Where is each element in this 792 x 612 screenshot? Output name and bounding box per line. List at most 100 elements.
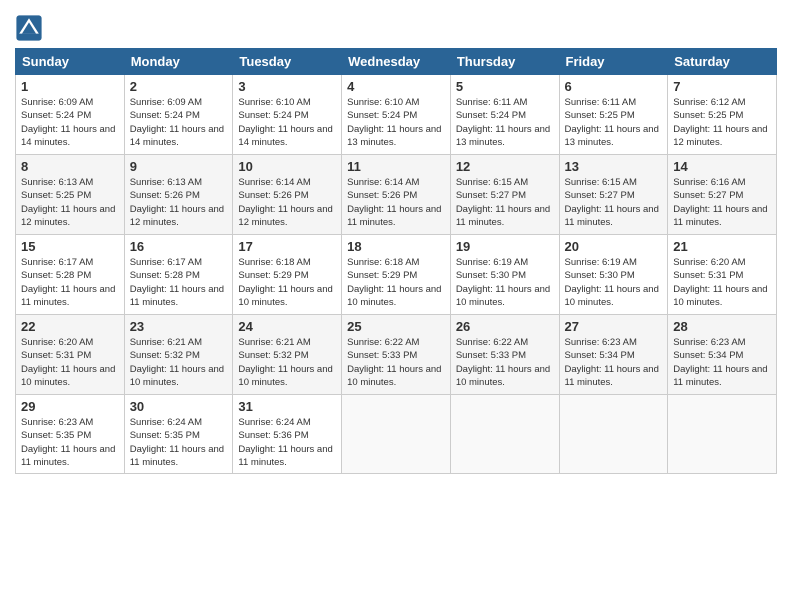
day-number: 21 — [673, 239, 771, 254]
day-info: Sunrise: 6:19 AM Sunset: 5:30 PM Dayligh… — [565, 256, 663, 309]
day-number: 2 — [130, 79, 228, 94]
day-info: Sunrise: 6:17 AM Sunset: 5:28 PM Dayligh… — [130, 256, 228, 309]
day-number: 28 — [673, 319, 771, 334]
day-number: 8 — [21, 159, 119, 174]
col-header-saturday: Saturday — [668, 49, 777, 75]
day-number: 25 — [347, 319, 445, 334]
day-number: 16 — [130, 239, 228, 254]
day-number: 26 — [456, 319, 554, 334]
day-number: 27 — [565, 319, 663, 334]
day-number: 11 — [347, 159, 445, 174]
day-info: Sunrise: 6:13 AM Sunset: 5:25 PM Dayligh… — [21, 176, 119, 229]
calendar-cell: 28 Sunrise: 6:23 AM Sunset: 5:34 PM Dayl… — [668, 315, 777, 395]
day-number: 20 — [565, 239, 663, 254]
day-number: 1 — [21, 79, 119, 94]
day-number: 18 — [347, 239, 445, 254]
day-info: Sunrise: 6:24 AM Sunset: 5:35 PM Dayligh… — [130, 416, 228, 469]
col-header-thursday: Thursday — [450, 49, 559, 75]
day-number: 6 — [565, 79, 663, 94]
day-number: 19 — [456, 239, 554, 254]
day-number: 24 — [238, 319, 336, 334]
calendar-cell: 29 Sunrise: 6:23 AM Sunset: 5:35 PM Dayl… — [16, 395, 125, 474]
calendar-cell: 15 Sunrise: 6:17 AM Sunset: 5:28 PM Dayl… — [16, 235, 125, 315]
day-number: 13 — [565, 159, 663, 174]
calendar-cell: 21 Sunrise: 6:20 AM Sunset: 5:31 PM Dayl… — [668, 235, 777, 315]
calendar-cell: 8 Sunrise: 6:13 AM Sunset: 5:25 PM Dayli… — [16, 155, 125, 235]
day-info: Sunrise: 6:17 AM Sunset: 5:28 PM Dayligh… — [21, 256, 119, 309]
calendar-cell: 27 Sunrise: 6:23 AM Sunset: 5:34 PM Dayl… — [559, 315, 668, 395]
calendar-cell: 16 Sunrise: 6:17 AM Sunset: 5:28 PM Dayl… — [124, 235, 233, 315]
calendar-cell: 4 Sunrise: 6:10 AM Sunset: 5:24 PM Dayli… — [342, 75, 451, 155]
day-info: Sunrise: 6:11 AM Sunset: 5:25 PM Dayligh… — [565, 96, 663, 149]
calendar-cell — [342, 395, 451, 474]
calendar-cell — [668, 395, 777, 474]
col-header-wednesday: Wednesday — [342, 49, 451, 75]
calendar-cell: 10 Sunrise: 6:14 AM Sunset: 5:26 PM Dayl… — [233, 155, 342, 235]
day-info: Sunrise: 6:20 AM Sunset: 5:31 PM Dayligh… — [673, 256, 771, 309]
day-number: 17 — [238, 239, 336, 254]
header — [15, 10, 777, 42]
day-info: Sunrise: 6:10 AM Sunset: 5:24 PM Dayligh… — [238, 96, 336, 149]
calendar-cell: 31 Sunrise: 6:24 AM Sunset: 5:36 PM Dayl… — [233, 395, 342, 474]
day-info: Sunrise: 6:12 AM Sunset: 5:25 PM Dayligh… — [673, 96, 771, 149]
day-number: 30 — [130, 399, 228, 414]
calendar-table: SundayMondayTuesdayWednesdayThursdayFrid… — [15, 48, 777, 474]
calendar-cell: 1 Sunrise: 6:09 AM Sunset: 5:24 PM Dayli… — [16, 75, 125, 155]
day-info: Sunrise: 6:14 AM Sunset: 5:26 PM Dayligh… — [347, 176, 445, 229]
day-number: 12 — [456, 159, 554, 174]
day-info: Sunrise: 6:16 AM Sunset: 5:27 PM Dayligh… — [673, 176, 771, 229]
calendar-cell: 5 Sunrise: 6:11 AM Sunset: 5:24 PM Dayli… — [450, 75, 559, 155]
calendar-cell: 2 Sunrise: 6:09 AM Sunset: 5:24 PM Dayli… — [124, 75, 233, 155]
day-info: Sunrise: 6:15 AM Sunset: 5:27 PM Dayligh… — [565, 176, 663, 229]
day-number: 22 — [21, 319, 119, 334]
calendar-cell: 22 Sunrise: 6:20 AM Sunset: 5:31 PM Dayl… — [16, 315, 125, 395]
day-number: 5 — [456, 79, 554, 94]
calendar-cell: 11 Sunrise: 6:14 AM Sunset: 5:26 PM Dayl… — [342, 155, 451, 235]
calendar-cell: 18 Sunrise: 6:18 AM Sunset: 5:29 PM Dayl… — [342, 235, 451, 315]
day-number: 9 — [130, 159, 228, 174]
calendar-cell — [450, 395, 559, 474]
col-header-friday: Friday — [559, 49, 668, 75]
calendar-cell: 3 Sunrise: 6:10 AM Sunset: 5:24 PM Dayli… — [233, 75, 342, 155]
calendar-cell: 20 Sunrise: 6:19 AM Sunset: 5:30 PM Dayl… — [559, 235, 668, 315]
col-header-sunday: Sunday — [16, 49, 125, 75]
day-info: Sunrise: 6:14 AM Sunset: 5:26 PM Dayligh… — [238, 176, 336, 229]
day-info: Sunrise: 6:09 AM Sunset: 5:24 PM Dayligh… — [21, 96, 119, 149]
calendar-cell: 30 Sunrise: 6:24 AM Sunset: 5:35 PM Dayl… — [124, 395, 233, 474]
day-info: Sunrise: 6:18 AM Sunset: 5:29 PM Dayligh… — [347, 256, 445, 309]
day-number: 4 — [347, 79, 445, 94]
calendar-cell: 13 Sunrise: 6:15 AM Sunset: 5:27 PM Dayl… — [559, 155, 668, 235]
day-info: Sunrise: 6:23 AM Sunset: 5:34 PM Dayligh… — [565, 336, 663, 389]
day-info: Sunrise: 6:18 AM Sunset: 5:29 PM Dayligh… — [238, 256, 336, 309]
day-info: Sunrise: 6:09 AM Sunset: 5:24 PM Dayligh… — [130, 96, 228, 149]
day-number: 14 — [673, 159, 771, 174]
calendar-cell: 25 Sunrise: 6:22 AM Sunset: 5:33 PM Dayl… — [342, 315, 451, 395]
day-info: Sunrise: 6:10 AM Sunset: 5:24 PM Dayligh… — [347, 96, 445, 149]
calendar-cell: 23 Sunrise: 6:21 AM Sunset: 5:32 PM Dayl… — [124, 315, 233, 395]
day-info: Sunrise: 6:23 AM Sunset: 5:35 PM Dayligh… — [21, 416, 119, 469]
day-number: 23 — [130, 319, 228, 334]
day-info: Sunrise: 6:23 AM Sunset: 5:34 PM Dayligh… — [673, 336, 771, 389]
day-info: Sunrise: 6:11 AM Sunset: 5:24 PM Dayligh… — [456, 96, 554, 149]
calendar-cell: 19 Sunrise: 6:19 AM Sunset: 5:30 PM Dayl… — [450, 235, 559, 315]
day-info: Sunrise: 6:15 AM Sunset: 5:27 PM Dayligh… — [456, 176, 554, 229]
logo — [15, 14, 46, 42]
col-header-monday: Monday — [124, 49, 233, 75]
col-header-tuesday: Tuesday — [233, 49, 342, 75]
day-info: Sunrise: 6:22 AM Sunset: 5:33 PM Dayligh… — [347, 336, 445, 389]
calendar-cell: 14 Sunrise: 6:16 AM Sunset: 5:27 PM Dayl… — [668, 155, 777, 235]
calendar-cell: 17 Sunrise: 6:18 AM Sunset: 5:29 PM Dayl… — [233, 235, 342, 315]
day-info: Sunrise: 6:13 AM Sunset: 5:26 PM Dayligh… — [130, 176, 228, 229]
calendar-cell: 26 Sunrise: 6:22 AM Sunset: 5:33 PM Dayl… — [450, 315, 559, 395]
day-info: Sunrise: 6:21 AM Sunset: 5:32 PM Dayligh… — [130, 336, 228, 389]
logo-icon — [15, 14, 43, 42]
day-info: Sunrise: 6:22 AM Sunset: 5:33 PM Dayligh… — [456, 336, 554, 389]
day-number: 15 — [21, 239, 119, 254]
page-container: SundayMondayTuesdayWednesdayThursdayFrid… — [0, 0, 792, 484]
calendar-cell — [559, 395, 668, 474]
calendar-cell: 7 Sunrise: 6:12 AM Sunset: 5:25 PM Dayli… — [668, 75, 777, 155]
day-number: 31 — [238, 399, 336, 414]
day-number: 29 — [21, 399, 119, 414]
day-number: 3 — [238, 79, 336, 94]
calendar-cell: 9 Sunrise: 6:13 AM Sunset: 5:26 PM Dayli… — [124, 155, 233, 235]
